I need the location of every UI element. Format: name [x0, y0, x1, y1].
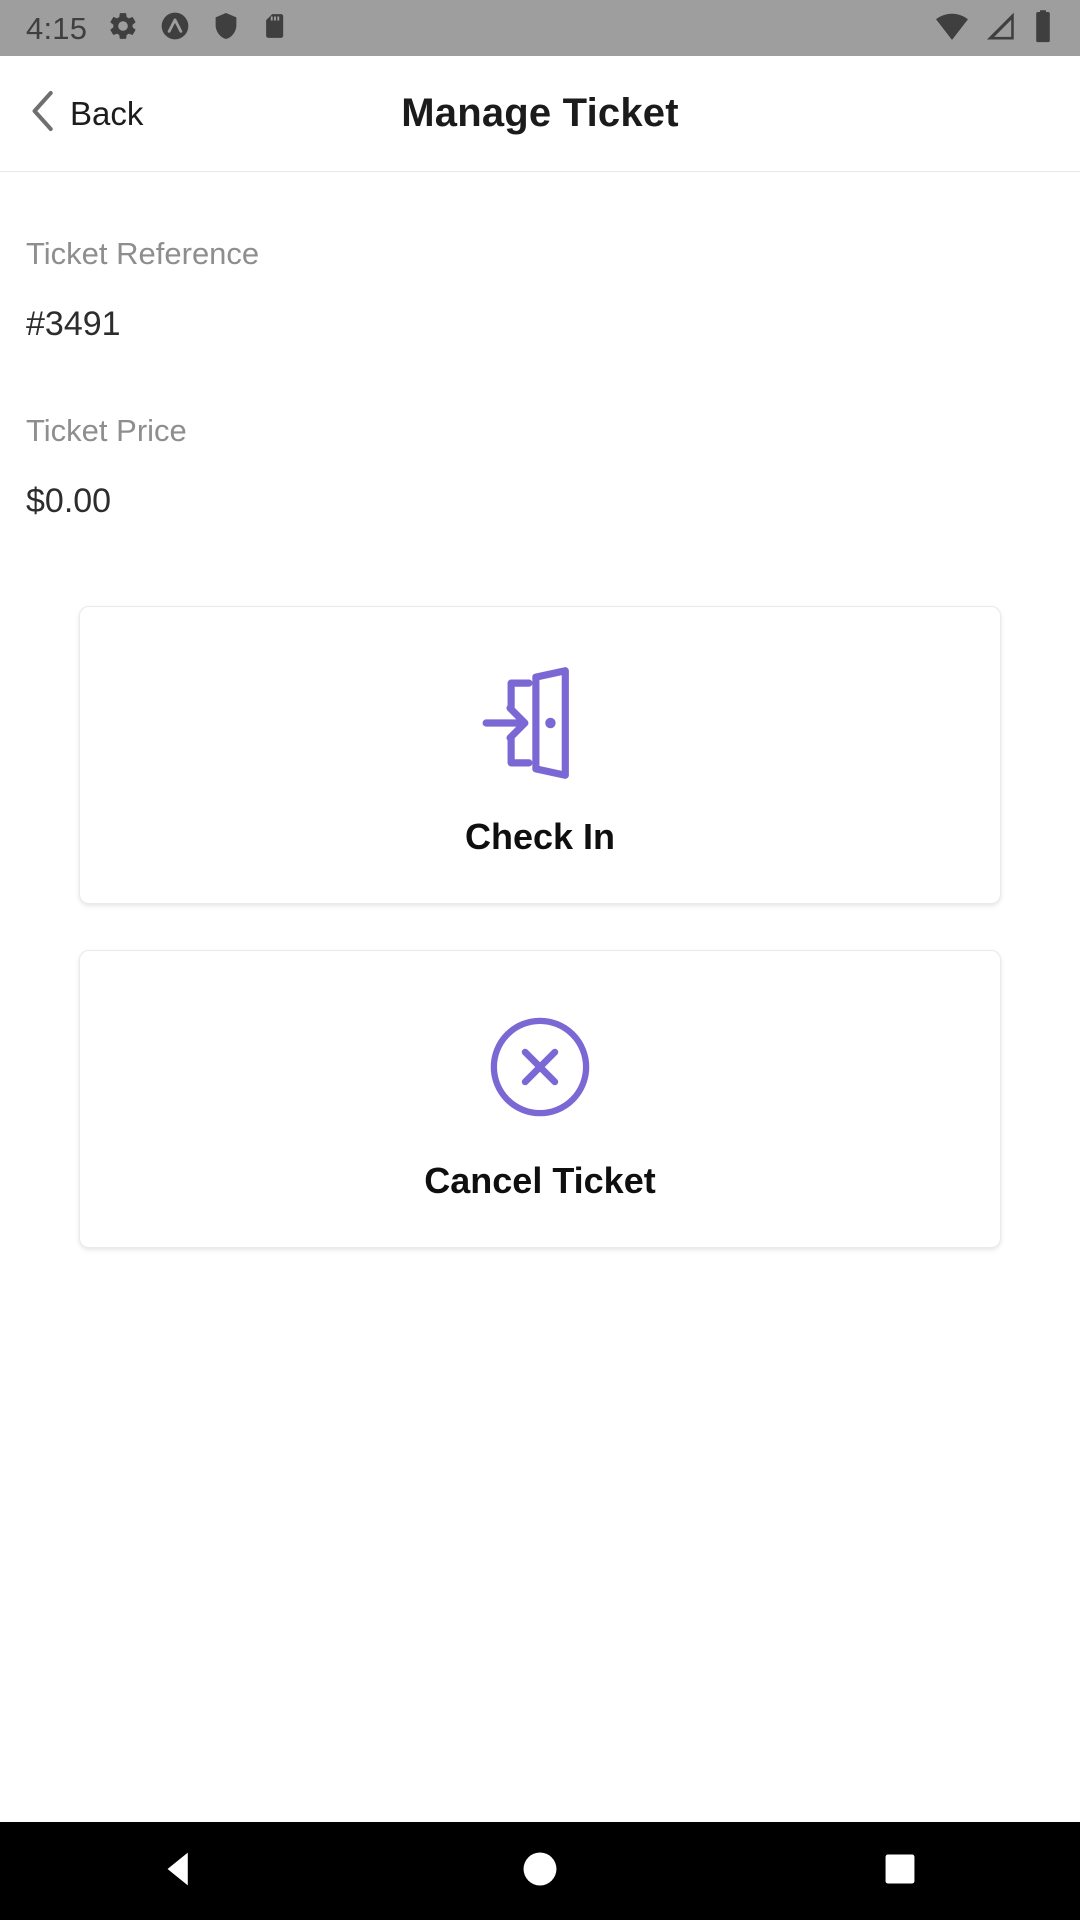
- android-navigation-bar: [0, 1822, 1080, 1920]
- ticket-reference-field: Ticket Reference #3491: [26, 238, 1054, 341]
- check-in-card[interactable]: Check In: [79, 606, 1001, 904]
- status-bar: 4:15: [0, 0, 1080, 56]
- status-bar-clock: 4:15: [26, 10, 88, 46]
- check-in-card-label: Check In: [464, 815, 616, 857]
- nav-recents-button[interactable]: [810, 1822, 990, 1920]
- chevron-left-icon: [30, 89, 56, 138]
- nav-back-button[interactable]: [90, 1822, 270, 1920]
- sd-card-icon: [261, 10, 289, 47]
- wifi-icon: [934, 10, 970, 47]
- shield-icon: [211, 10, 241, 47]
- ticket-price-field: Ticket Price $0.00: [26, 415, 1054, 518]
- action-card-list: Check In Cancel Ticket: [26, 606, 1054, 1248]
- ticket-reference-value: #3491: [26, 305, 121, 343]
- ticket-reference-label: Ticket Reference: [26, 236, 260, 271]
- status-bar-right: [934, 9, 1054, 48]
- vpn-badge-icon: [159, 10, 191, 47]
- back-button-label: Back: [70, 95, 144, 132]
- back-button[interactable]: Back: [0, 77, 165, 150]
- cellular-signal-icon: [984, 10, 1018, 47]
- app-bar: Back Manage Ticket: [0, 56, 1080, 172]
- door-enter-icon: [474, 656, 606, 791]
- battery-icon: [1032, 9, 1054, 48]
- ticket-price-label: Ticket Price: [26, 413, 187, 448]
- app-screen: 4:15 Back Manage Ticket Ticket Reference…: [0, 0, 1080, 1920]
- nav-back-triangle-icon: [163, 1850, 197, 1893]
- nav-home-button[interactable]: [450, 1822, 630, 1920]
- gear-icon: [107, 10, 139, 47]
- nav-recents-square-icon: [883, 1852, 917, 1891]
- nav-home-circle-icon: [521, 1850, 559, 1893]
- status-bar-left: 4:15: [26, 10, 289, 47]
- main-content: Ticket Reference #3491 Ticket Price $0.0…: [0, 172, 1080, 1822]
- circle-x-icon: [486, 1000, 594, 1135]
- cancel-ticket-card-label: Cancel Ticket: [424, 1159, 656, 1201]
- ticket-price-value: $0.00: [26, 482, 112, 520]
- cancel-ticket-card[interactable]: Cancel Ticket: [79, 950, 1001, 1248]
